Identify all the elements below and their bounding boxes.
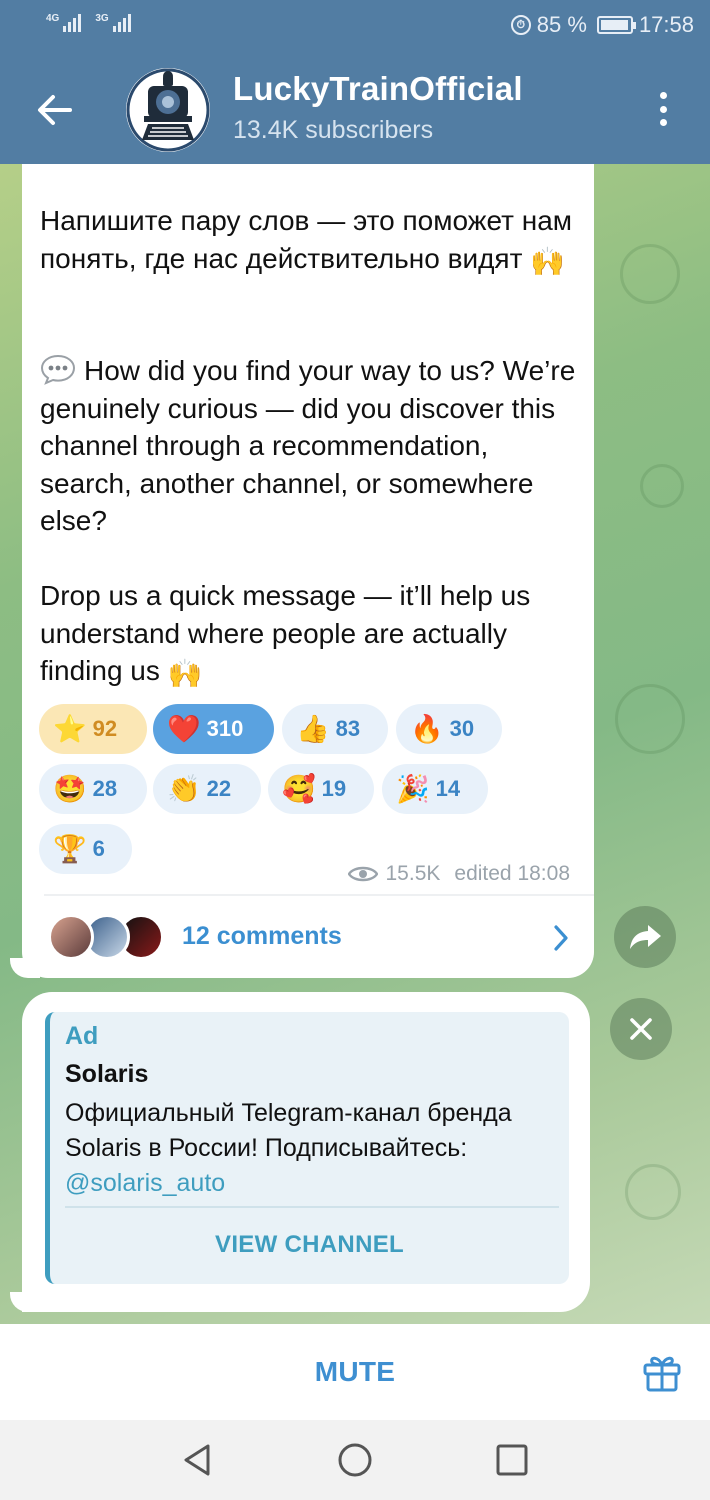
post-paragraph: How did you find your way to us? We’re g… (40, 355, 576, 536)
ad-card[interactable]: Ad Solaris Официальный Telegram-канал бр… (45, 1012, 569, 1284)
reaction-count: 28 (92, 776, 118, 801)
post-text-en: How did you find your way to us? We’re g… (40, 352, 580, 540)
speech-bubble-icon (40, 354, 76, 385)
chat-header: 4G 3G ⏱ 85 % 17:58 LuckyTrainOfficial 13… (0, 0, 710, 164)
comments-link[interactable]: 12 comments (22, 896, 594, 978)
back-button[interactable] (32, 88, 76, 132)
more-vertical-icon (659, 92, 667, 99)
heart-icon: ❤️ (167, 713, 201, 744)
reaction-heart[interactable]: ❤️ 310 (153, 704, 274, 754)
share-arrow-icon (630, 925, 661, 949)
ad-label: Ad (65, 1022, 99, 1050)
post-text-en-2: Drop us a quick message — it’ll help us … (40, 577, 580, 693)
star-icon: ⭐ (53, 713, 87, 744)
star-struck-icon: 🤩 (53, 773, 87, 804)
reaction-count: 14 (435, 776, 461, 801)
status-bar: 4G 3G ⏱ 85 % 17:58 (0, 0, 710, 52)
reaction-count: 92 (92, 716, 118, 741)
ad-text: Официальный Telegram-канал бренда Solari… (65, 1096, 565, 1201)
locomotive-logo-icon (126, 68, 210, 152)
channel-avatar[interactable] (126, 68, 210, 152)
raising-hands-emoji: 🙌 (530, 245, 566, 277)
channel-post[interactable]: Напишите пару слов — это поможет нам пон… (22, 164, 594, 978)
post-paragraph: Drop us a quick message — it’ll help us … (40, 580, 531, 686)
ad-divider (65, 1206, 559, 1208)
background-doodle (620, 244, 680, 304)
reaction-smiling-hearts[interactable]: 🥰 19 (268, 764, 374, 814)
thumbs-up-icon: 👍 (296, 713, 330, 744)
view-count: 15.5K (385, 862, 441, 885)
post-paragraph: Напишите пару слов — это поможет нам пон… (40, 205, 573, 274)
nav-recents-icon[interactable] (492, 1440, 532, 1480)
reaction-count: 30 (449, 716, 475, 741)
channel-title[interactable]: LuckyTrainOfficial (233, 70, 523, 108)
reaction-party[interactable]: 🎉 14 (382, 764, 488, 814)
reaction-count: 83 (335, 716, 361, 741)
reaction-count: 310 (206, 716, 244, 741)
subscriber-count: 13.4K subscribers (233, 116, 434, 144)
background-doodle (615, 684, 685, 754)
reaction-count: 19 (321, 776, 347, 801)
ad-mention-link[interactable]: @solaris_auto (65, 1169, 225, 1197)
edited-timestamp: edited 18:08 (454, 862, 570, 885)
back-arrow-icon (38, 95, 72, 125)
system-navigation-bar (0, 1420, 710, 1500)
battery-percent: 85 % (536, 12, 587, 37)
smiling-face-hearts-icon: 🥰 (282, 773, 316, 804)
background-doodle (625, 1164, 681, 1220)
close-ad-button[interactable] (610, 998, 672, 1060)
party-popper-icon: 🎉 (396, 773, 430, 804)
close-icon (630, 1018, 652, 1040)
trophy-icon: 🏆 (53, 833, 87, 864)
clock: 17:58 (638, 12, 694, 37)
chevron-right-icon (554, 925, 568, 951)
reaction-thumbs-up[interactable]: 👍 83 (282, 704, 388, 754)
eye-icon (347, 866, 378, 882)
network-type-label: 3G (95, 13, 109, 24)
signal-icon: 3G (95, 13, 131, 32)
background-doodle (640, 464, 684, 508)
post-meta: 15.5K edited 18:08 (347, 862, 570, 886)
chat-area[interactable]: Напишите пару слов — это поможет нам пон… (0, 164, 710, 1324)
alarm-icon: ⏱ (510, 15, 531, 35)
signal-icon: 4G (46, 13, 82, 32)
reaction-fire[interactable]: 🔥 30 (396, 704, 502, 754)
ad-body: Официальный Telegram-канал бренда Solari… (65, 1099, 512, 1162)
comments-count[interactable]: 12 comments (182, 922, 342, 951)
post-text-ru: Напишите пару слов — это поможет нам пон… (40, 202, 580, 280)
view-channel-button[interactable]: VIEW CHANNEL (50, 1212, 569, 1278)
battery-icon (596, 16, 636, 34)
mute-button[interactable]: MUTE (255, 1324, 455, 1420)
network-type-label: 4G (46, 13, 60, 24)
reaction-count: 6 (92, 836, 105, 861)
reaction-count: 22 (206, 776, 232, 801)
bottom-action-bar: MUTE (0, 1324, 710, 1420)
share-button[interactable] (614, 906, 676, 968)
reaction-clap[interactable]: 👏 22 (153, 764, 261, 814)
sponsored-message[interactable]: Ad Solaris Официальный Telegram-канал бр… (22, 992, 590, 1312)
ad-title: Solaris (65, 1060, 149, 1088)
fire-icon: 🔥 (410, 713, 444, 744)
reaction-star-struck[interactable]: 🤩 28 (39, 764, 147, 814)
raising-hands-emoji: 🙌 (167, 658, 203, 689)
reaction-star[interactable]: ⭐ 92 (39, 704, 147, 754)
clapping-hands-icon: 👏 (167, 773, 201, 804)
nav-home-icon[interactable] (335, 1440, 375, 1480)
gift-icon[interactable] (640, 1350, 684, 1394)
more-menu-button[interactable] (648, 88, 678, 130)
commenter-avatar (48, 914, 94, 960)
nav-back-icon[interactable] (178, 1440, 218, 1480)
reaction-trophy[interactable]: 🏆 6 (39, 824, 132, 874)
